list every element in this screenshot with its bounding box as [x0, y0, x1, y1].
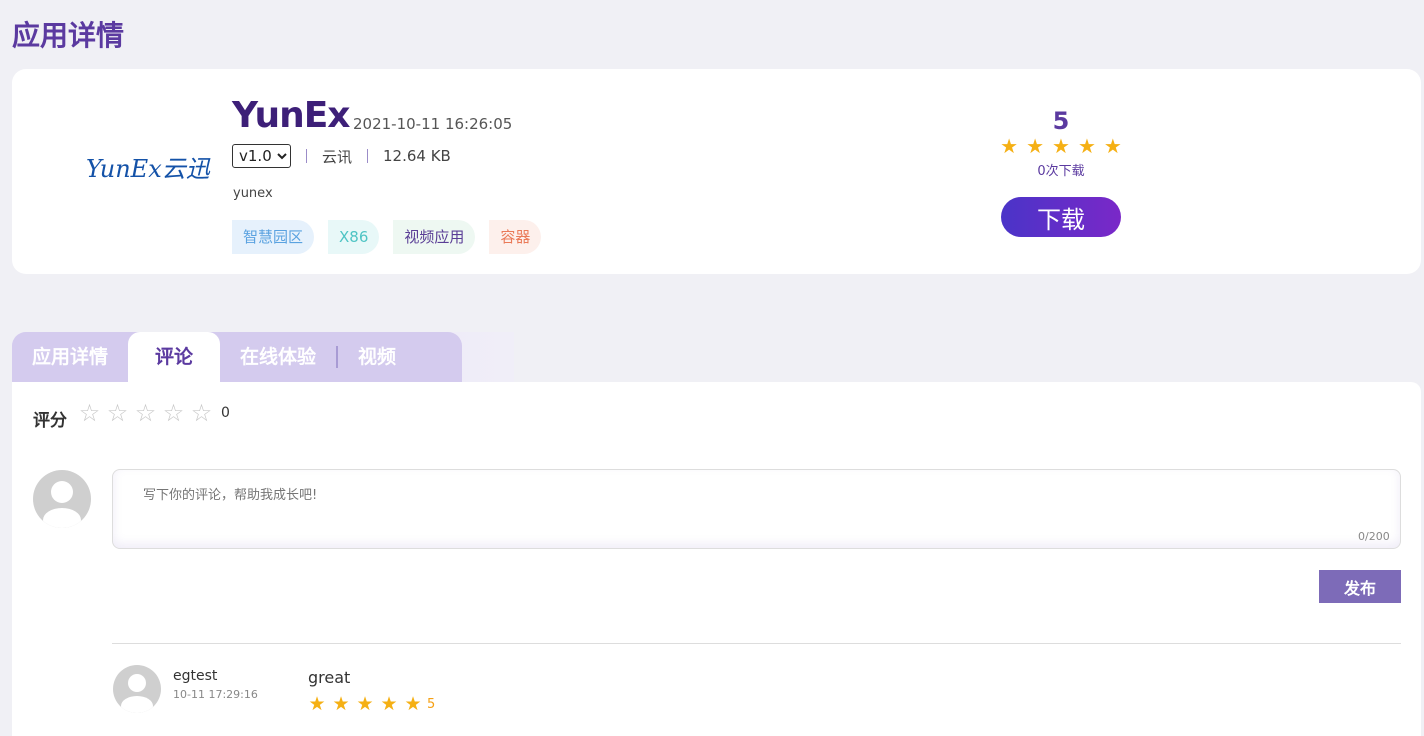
score-picker: ☆ ☆ ☆ ☆ ☆ 0: [77, 401, 230, 425]
comment-time: 10-11 17:29:16: [173, 688, 258, 701]
user-icon: [121, 674, 153, 713]
star-outline-icon[interactable]: ☆: [105, 401, 130, 425]
tag[interactable]: 容器: [489, 220, 542, 254]
app-name: YunEx: [232, 95, 351, 136]
app-tags: 智慧园区 X86 视频应用 容器: [232, 220, 542, 254]
comment-input[interactable]: [112, 469, 1401, 549]
app-logo: YunEx云迅: [86, 155, 210, 183]
star-icon: ★: [308, 693, 326, 715]
star-icon: ★: [1077, 134, 1096, 158]
star-icon: ★: [404, 693, 422, 715]
app-vendor: 云讯: [322, 147, 353, 166]
app-updated-time: 2021-10-11 16:26:05: [353, 115, 513, 133]
app-size: 12.64 KB: [383, 147, 451, 165]
rating-score: 5: [1052, 107, 1070, 135]
star-outline-icon[interactable]: ☆: [77, 401, 102, 425]
tab-online-trial[interactable]: 在线体验: [220, 332, 336, 382]
tab-comments[interactable]: 评论: [128, 332, 221, 382]
comment-score: 5: [427, 696, 436, 712]
star-icon: ★: [1052, 134, 1070, 158]
star-outline-icon[interactable]: ☆: [189, 401, 214, 425]
app-info-card: YunEx云迅 YunEx 2021-10-11 16:26:05 v1.0 云…: [12, 69, 1421, 274]
download-count: 0次下载: [1037, 164, 1085, 179]
meta-separator: [367, 149, 369, 163]
comment-stars: ★ ★ ★ ★ ★ 5: [307, 693, 435, 715]
tab-app-details[interactable]: 应用详情: [12, 332, 128, 382]
publish-button[interactable]: 发布: [1319, 570, 1401, 603]
star-icon: ★: [356, 693, 374, 715]
tab-video[interactable]: 视频: [338, 332, 416, 382]
star-icon: ★: [1000, 134, 1019, 158]
rating-summary: 5 ★ ★ ★ ★ ★ 0次下载: [997, 107, 1125, 179]
tag[interactable]: X86: [328, 220, 380, 254]
tag[interactable]: 智慧园区: [232, 220, 315, 254]
divider: [112, 643, 1401, 644]
star-icon: ★: [1103, 134, 1122, 158]
meta-separator: [306, 149, 307, 163]
star-icon: ★: [332, 693, 350, 715]
score-value: 0: [221, 405, 230, 421]
comment-avatar: [113, 665, 161, 713]
star-icon: ★: [380, 693, 398, 715]
rating-stars: ★ ★ ★ ★ ★: [997, 135, 1125, 157]
tag[interactable]: 视频应用: [393, 220, 476, 254]
tab-bar: 应用详情 评论 在线体验 视频: [12, 332, 462, 382]
download-button[interactable]: 下载: [1001, 197, 1121, 237]
star-outline-icon[interactable]: ☆: [133, 401, 158, 425]
comments-panel: [12, 382, 1421, 736]
version-select[interactable]: v1.0: [232, 144, 291, 168]
comment-text: great: [308, 668, 351, 687]
star-outline-icon[interactable]: ☆: [161, 401, 186, 425]
char-counter: 0/200: [1358, 530, 1390, 543]
page-title: 应用详情: [12, 19, 125, 52]
user-icon: [43, 481, 81, 528]
app-meta-row: v1.0 云讯 12.64 KB: [232, 143, 451, 169]
app-description: yunex: [233, 186, 273, 201]
score-label: 评分: [33, 411, 67, 431]
current-user-avatar: [33, 470, 91, 528]
star-icon: ★: [1026, 134, 1045, 158]
comment-username: egtest: [173, 668, 218, 684]
